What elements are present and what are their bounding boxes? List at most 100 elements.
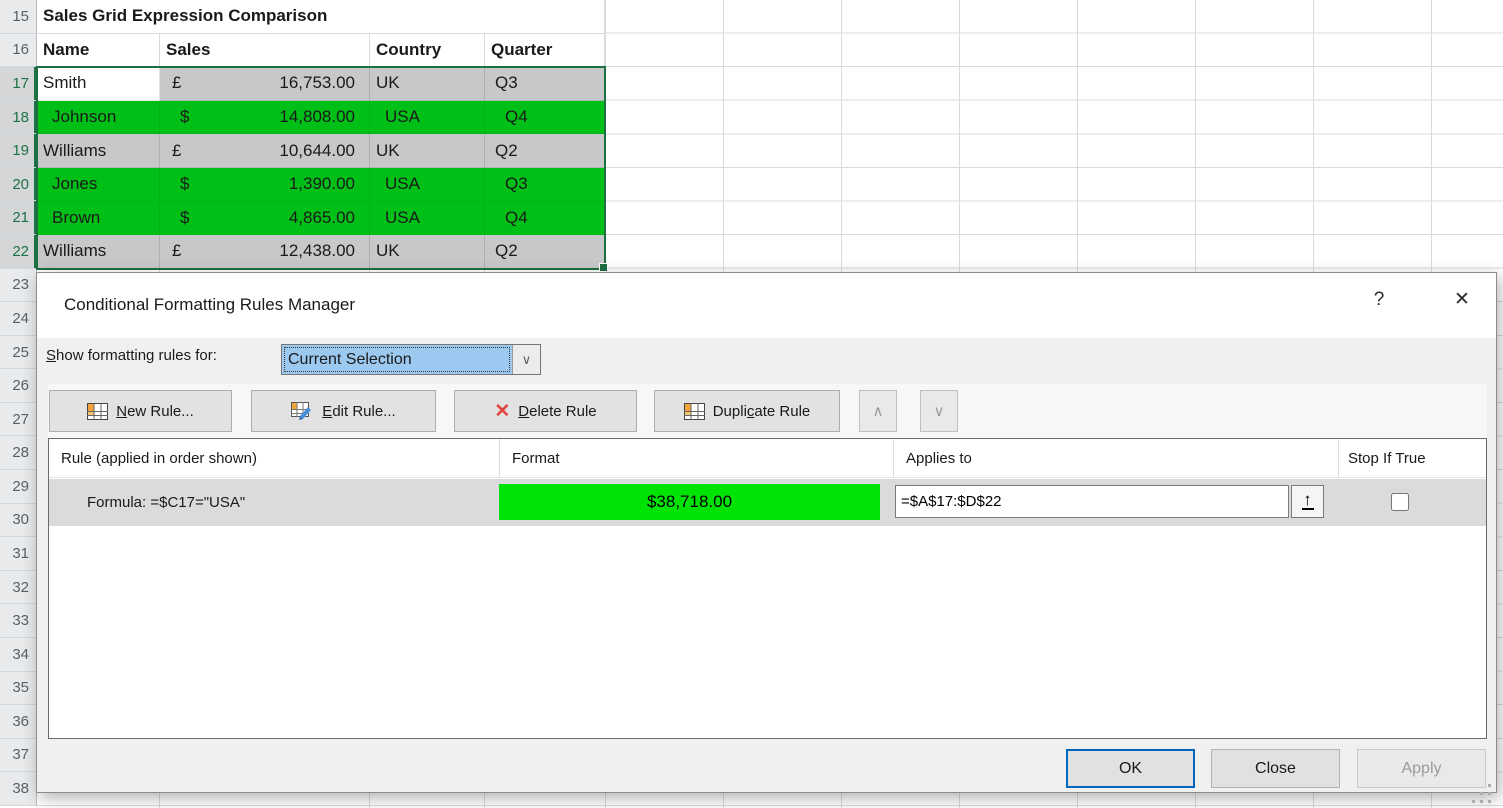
sheet-row-17: 17 Smith £16,753.00 UK Q3 (0, 67, 605, 101)
move-rule-up-button[interactable]: ∧ (859, 390, 897, 432)
cell-sales[interactable]: $4,865.00 (160, 201, 370, 235)
sheet-row-20: 20 Jones $1,390.00 USA Q3 (0, 168, 605, 202)
stop-if-true-column-header: Stop If True (1338, 439, 1486, 477)
cell-country[interactable]: USA (370, 201, 485, 235)
cell-country[interactable]: USA (370, 101, 485, 135)
applies-to-column-header: Applies to (893, 439, 1338, 477)
cell-quarter[interactable]: Q2 (485, 235, 605, 269)
duplicate-rule-label: Duplicate Rule (713, 403, 811, 420)
table-grid-icon (87, 403, 108, 420)
cell-country[interactable]: UK (370, 134, 485, 168)
row-header-32[interactable]: 32 (0, 571, 37, 605)
row-header-23[interactable]: 23 (0, 269, 37, 303)
rules-list: Rule (applied in order shown) Format App… (48, 438, 1487, 739)
row-header-34[interactable]: 34 (0, 638, 37, 672)
chevron-down-icon[interactable]: ∨ (512, 345, 540, 374)
empty-cell[interactable] (485, 0, 605, 34)
rules-for-dropdown-value: Current Selection (282, 345, 512, 374)
col-header-sales[interactable]: Sales (160, 34, 370, 68)
close-icon[interactable]: ✕ (1445, 288, 1479, 320)
row-header-20[interactable]: 20 (0, 168, 37, 202)
sheet-row-18: 18 Johnson $14,808.00 USA Q4 (0, 101, 605, 135)
col-header-country[interactable]: Country (370, 34, 485, 68)
dialog-titlebar[interactable]: Conditional Formatting Rules Manager ? ✕ (37, 273, 1496, 338)
row-header-33[interactable]: 33 (0, 604, 37, 638)
applies-to-input[interactable] (895, 485, 1289, 518)
row-header-16[interactable]: 16 (0, 34, 37, 68)
row-header-15[interactable]: 15 (0, 0, 37, 34)
sheet-row-16: 16 Name Sales Country Quarter (0, 34, 605, 68)
close-button[interactable]: Close (1211, 749, 1340, 788)
row-header-17[interactable]: 17 (0, 67, 37, 101)
row-header-26[interactable]: 26 (0, 369, 37, 403)
new-rule-button[interactable]: New Rule... (49, 390, 232, 432)
sheet-row-22: 22 Williams £12,438.00 UK Q2 (0, 235, 605, 269)
sheet-title-cell[interactable]: Sales Grid Expression Comparison (37, 0, 485, 34)
delete-rule-button[interactable]: ✕ Delete Rule (454, 390, 637, 432)
move-rule-down-button[interactable]: ∨ (920, 390, 958, 432)
cell-sales[interactable]: $1,390.00 (160, 168, 370, 202)
amount: 12,438.00 (279, 241, 355, 261)
row-header-19[interactable]: 19 (0, 134, 37, 168)
cell-name[interactable]: Johnson (37, 101, 160, 135)
row-header-36[interactable]: 36 (0, 705, 37, 739)
cell-quarter[interactable]: Q4 (485, 101, 605, 135)
cell-quarter[interactable]: Q3 (485, 67, 605, 101)
rule-column-header: Rule (applied in order shown) (49, 439, 499, 477)
row-header-30[interactable]: 30 (0, 504, 37, 538)
currency-symbol: $ (180, 107, 189, 127)
row-header-21[interactable]: 21 (0, 201, 37, 235)
cell-name[interactable]: Williams (37, 235, 160, 269)
row-header-37[interactable]: 37 (0, 739, 37, 773)
cell-sales[interactable]: £10,644.00 (160, 134, 370, 168)
rule-row[interactable]: Formula: =$C17="USA" $38,718.00 ↑ (49, 479, 1486, 526)
rules-for-dropdown[interactable]: Current Selection ∨ (281, 344, 541, 375)
row-header-18[interactable]: 18 (0, 101, 37, 135)
cell-sales[interactable]: £12,438.00 (160, 235, 370, 269)
col-header-name[interactable]: Name (37, 34, 160, 68)
cell-country[interactable]: UK (370, 235, 485, 269)
delete-rule-label: Delete Rule (518, 403, 596, 420)
show-formatting-rules-label: Show formatting rules for: (46, 347, 217, 364)
cell-quarter[interactable]: Q2 (485, 134, 605, 168)
row-header-29[interactable]: 29 (0, 470, 37, 504)
collapse-dialog-button[interactable]: ↑ (1291, 485, 1324, 518)
cell-country[interactable]: USA (370, 168, 485, 202)
cell-quarter[interactable]: Q4 (485, 201, 605, 235)
amount: 10,644.00 (279, 141, 355, 161)
ok-button[interactable]: OK (1066, 749, 1195, 788)
sheet-rows: 15 Sales Grid Expression Comparison 16 N… (0, 0, 605, 269)
resize-grip-icon[interactable] (1488, 784, 1491, 787)
cell-sales[interactable]: $14,808.00 (160, 101, 370, 135)
row-header-25[interactable]: 25 (0, 336, 37, 370)
apply-button[interactable]: Apply (1357, 749, 1486, 788)
row-header-22[interactable]: 22 (0, 235, 37, 269)
col-header-quarter[interactable]: Quarter (485, 34, 605, 68)
currency-symbol: $ (180, 174, 189, 194)
help-icon[interactable]: ? (1365, 289, 1393, 319)
chevron-down-icon: ∨ (934, 402, 945, 420)
stop-if-true-checkbox[interactable] (1391, 493, 1409, 511)
cell-name[interactable]: Smith (37, 67, 160, 101)
row-header-24[interactable]: 24 (0, 302, 37, 336)
collapse-dialog-icon-bar (1302, 508, 1314, 510)
sheet-row-21: 21 Brown $4,865.00 USA Q4 (0, 201, 605, 235)
red-x-icon: ✕ (494, 402, 510, 421)
cell-name[interactable]: Brown (37, 201, 160, 235)
chevron-up-icon: ∧ (873, 402, 884, 420)
duplicate-rule-button[interactable]: Duplicate Rule (654, 390, 840, 432)
cell-quarter[interactable]: Q3 (485, 168, 605, 202)
row-header-31[interactable]: 31 (0, 537, 37, 571)
row-header-28[interactable]: 28 (0, 436, 37, 470)
cell-name[interactable]: Williams (37, 134, 160, 168)
currency-symbol: £ (172, 241, 181, 261)
cell-name[interactable]: Jones (37, 168, 160, 202)
amount: 1,390.00 (289, 174, 355, 194)
sheet-row-15: 15 Sales Grid Expression Comparison (0, 0, 605, 34)
row-header-27[interactable]: 27 (0, 403, 37, 437)
cell-sales[interactable]: £16,753.00 (160, 67, 370, 101)
cell-country[interactable]: UK (370, 67, 485, 101)
row-header-38[interactable]: 38 (0, 772, 37, 806)
row-header-35[interactable]: 35 (0, 672, 37, 706)
edit-rule-button[interactable]: Edit Rule... (251, 390, 436, 432)
